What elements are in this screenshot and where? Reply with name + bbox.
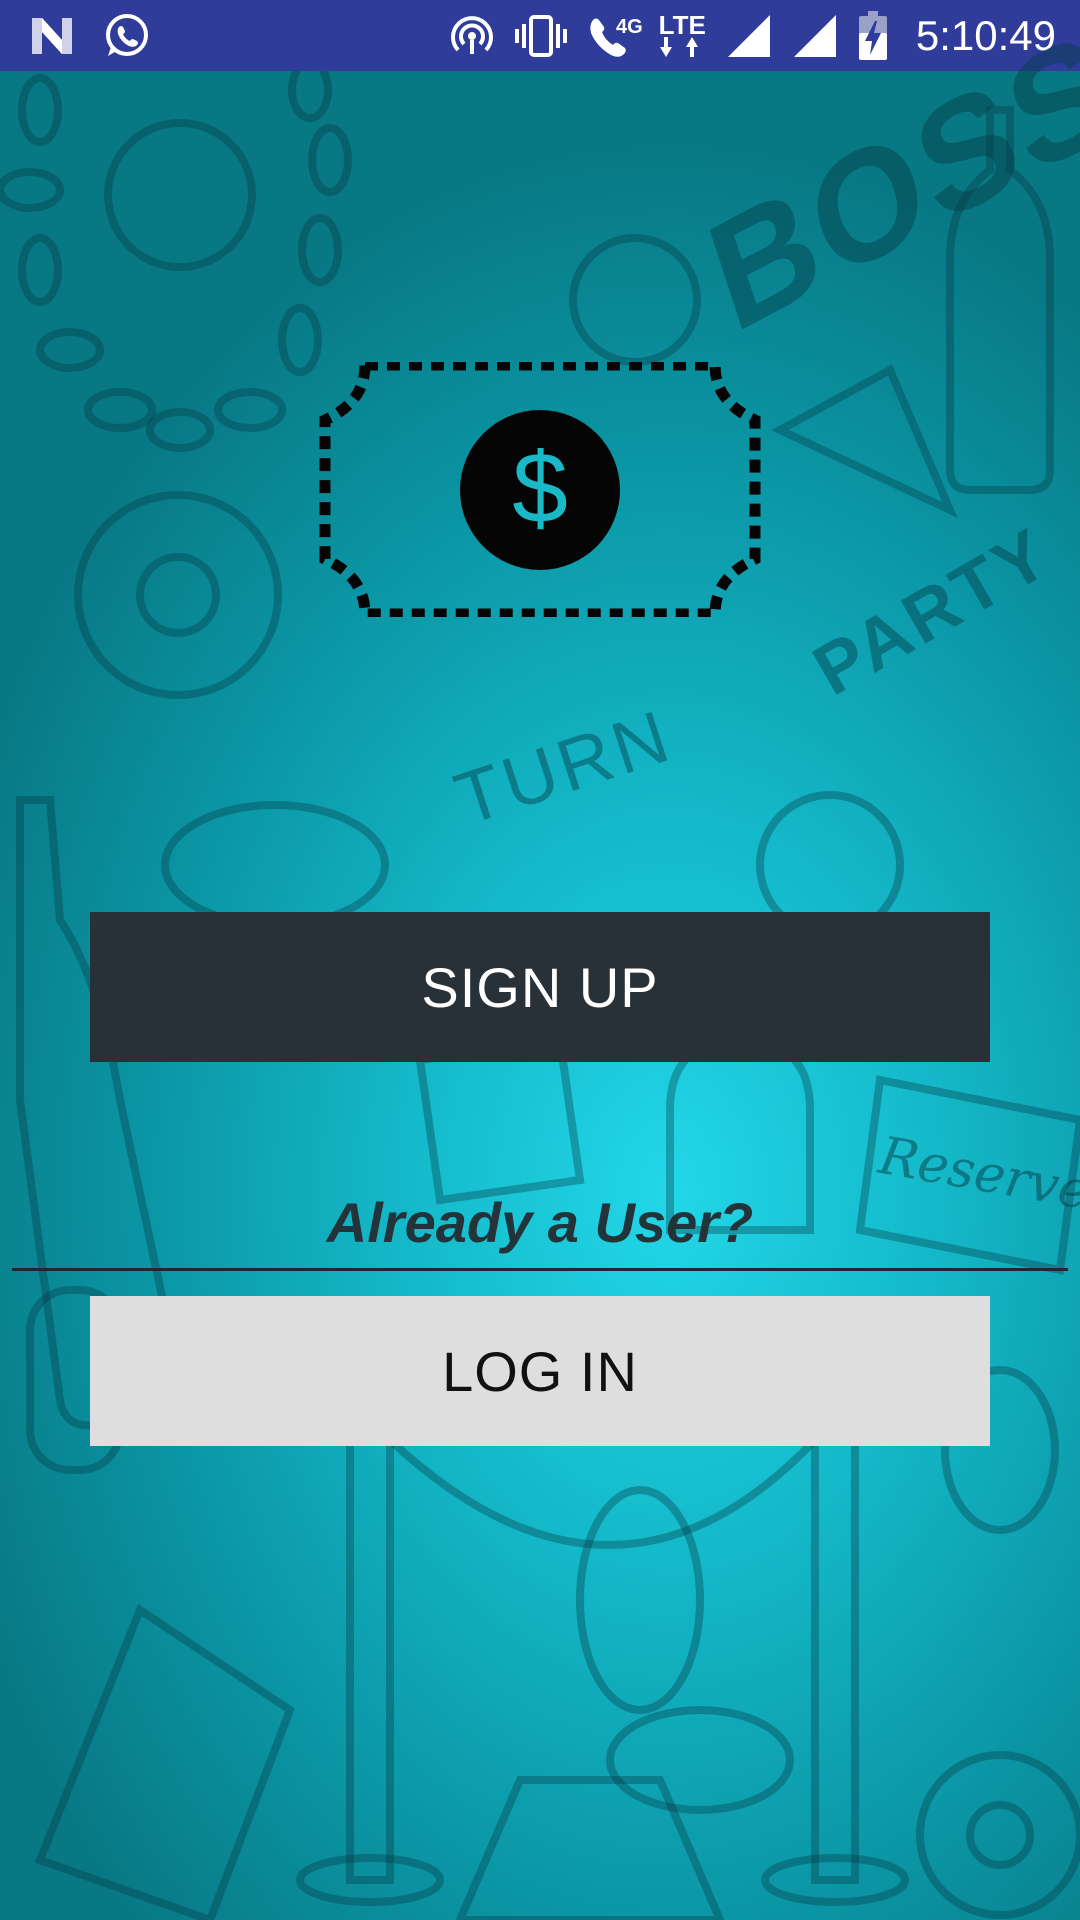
log-in-button[interactable]: LOG IN (90, 1296, 990, 1446)
status-bar-left (0, 0, 150, 71)
doodle-turn-word: TURN (445, 693, 682, 841)
network-type-label: 4G (615, 15, 643, 38)
whatsapp-icon (102, 12, 150, 60)
log-in-label: LOG IN (442, 1339, 638, 1403)
signal-icon (726, 13, 772, 59)
status-bar-right: 4G LTE 5:10:49 (449, 0, 1080, 71)
sign-up-label: SIGN UP (421, 955, 659, 1019)
app-logo: $ (315, 359, 765, 620)
dollar-symbol: $ (512, 432, 568, 544)
dollar-ticket-icon: $ (319, 359, 761, 620)
n-notification-icon (30, 16, 74, 56)
sign-up-button[interactable]: SIGN UP (90, 912, 990, 1062)
welcome-screen: 4G LTE 5:10:49 BOSS PARTY TURN Reserved … (0, 0, 1080, 1920)
doodle-party-word: PARTY (800, 512, 1065, 712)
already-user-prompt: Already a User? (326, 1191, 754, 1254)
wifi-call-icon: 4G (587, 12, 643, 60)
signal-icon (792, 13, 838, 59)
status-time: 5:10:49 (915, 11, 1056, 59)
status-bar: 4G LTE 5:10:49 (0, 0, 1080, 71)
battery-charging-icon (858, 10, 888, 61)
lte-icon: LTE (658, 9, 706, 59)
vibrate-icon (514, 14, 567, 58)
hotspot-icon (449, 13, 495, 59)
divider-line (12, 1268, 1068, 1271)
lte-label: LTE (658, 9, 706, 40)
